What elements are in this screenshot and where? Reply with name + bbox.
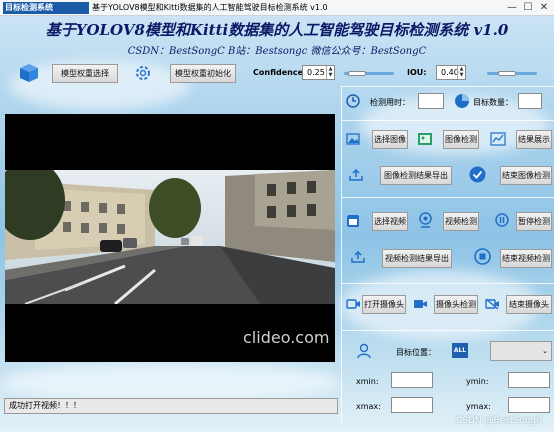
export-image-result-button[interactable]: 图像检测结果导出 <box>380 166 452 185</box>
check-circle-icon <box>469 166 486 183</box>
window-titlebar: 目标检测系统 基于YOLOV8模型和Kitti数据集的人工智能驾驶目标检测系统 … <box>0 0 554 16</box>
webcam-icon <box>418 212 433 228</box>
xmax-label: xmax: <box>356 402 381 411</box>
ymax-label: ymax: <box>466 402 491 411</box>
clock-icon <box>346 94 360 108</box>
end-camera-button[interactable]: 结束摄像头 <box>506 295 552 314</box>
xmin-field <box>391 372 433 388</box>
confidence-spinbox[interactable]: 0.25 ▲ ▼ <box>302 65 335 80</box>
camera-icon <box>346 298 361 310</box>
target-position-label: 目标位置： <box>396 348 436 357</box>
minimize-button[interactable]: — <box>506 2 518 14</box>
image-detect-icon <box>417 131 433 147</box>
cube-icon <box>18 63 40 83</box>
divider <box>342 283 554 284</box>
model-weight-select-button[interactable]: 模型权重选择 <box>52 64 118 83</box>
status-bar: 成功打开视频！！！ <box>4 398 338 414</box>
maximize-button[interactable]: ☐ <box>522 2 534 14</box>
ymin-label: ymin: <box>466 377 489 386</box>
pie-chart-icon <box>454 93 470 109</box>
detect-time-value <box>418 93 444 109</box>
chevron-down-icon: ⌄ <box>542 347 548 355</box>
video-icon <box>346 214 360 228</box>
window-title: 基于YOLOV8模型和Kitti数据集的人工智能驾驶目标检测系统 v1.0 <box>92 3 328 12</box>
camera-detect-button[interactable]: 摄像头检测 <box>434 295 478 314</box>
confidence-slider-handle[interactable] <box>347 71 366 76</box>
upload-icon <box>350 250 366 264</box>
all-badge: ALL <box>452 343 468 358</box>
select-video-button[interactable]: 选择视频 <box>372 212 408 231</box>
detect-time-label: 检测用时： <box>370 98 410 107</box>
spin-arrows-icon[interactable]: ▲ ▼ <box>457 66 465 79</box>
xmin-label: xmin: <box>356 377 379 386</box>
divider <box>341 86 342 422</box>
divider <box>342 86 554 87</box>
iou-label: IOU: <box>407 68 427 77</box>
pause-icon <box>495 213 509 227</box>
page-title: 基于YOLOV8模型和Kitti数据集的人工智能驾驶目标检测系统 v1.0 <box>45 21 509 39</box>
select-image-button[interactable]: 选择图像 <box>372 130 408 149</box>
iou-spinbox[interactable]: 0.40 ▲ ▼ <box>436 65 466 80</box>
iou-slider-handle[interactable] <box>498 71 516 76</box>
end-image-detect-button[interactable]: 结束图像检测 <box>500 166 552 185</box>
export-video-result-button[interactable]: 视频检测结果导出 <box>382 249 452 268</box>
close-button[interactable]: ✕ <box>538 2 550 14</box>
footer-watermark: CSDN @BestSongC <box>456 416 543 426</box>
stop-circle-icon <box>474 248 491 265</box>
target-count-label: 目标数量： <box>473 98 513 107</box>
image-icon <box>346 132 360 146</box>
settings-gear-icon <box>134 64 152 82</box>
model-weight-init-button[interactable]: 模型权重初始化 <box>170 64 236 83</box>
video-frame <box>5 170 335 304</box>
confidence-value: 0.25 <box>307 68 325 77</box>
open-camera-button[interactable]: 打开摄像头 <box>362 295 406 314</box>
video-watermark: clideo.com <box>243 328 330 347</box>
camera-off-icon <box>485 298 500 310</box>
upload-icon <box>348 168 364 182</box>
divider <box>342 197 554 198</box>
detect-image-button[interactable]: 图像检测 <box>443 130 479 149</box>
xmax-field <box>391 397 433 413</box>
spin-arrows-icon[interactable]: ▲ ▼ <box>326 66 334 79</box>
user-icon <box>357 343 371 359</box>
show-result-button[interactable]: 结果展示 <box>516 130 552 149</box>
pause-detect-button[interactable]: 暂停检测 <box>516 212 552 231</box>
chart-icon <box>490 132 506 146</box>
ymin-field <box>508 372 550 388</box>
divider <box>342 330 554 331</box>
page-subtitle: CSDN：BestSongC B站：Bestsongc 微信公众号：BestSo… <box>127 46 427 57</box>
app-badge: 目标检测系统 <box>3 2 89 14</box>
confidence-label: Confidence: <box>253 68 307 77</box>
video-display: clideo.com <box>5 114 335 362</box>
target-select-dropdown[interactable]: ⌄ <box>490 341 552 361</box>
ymax-field <box>508 397 550 413</box>
camera-detect-icon <box>413 298 428 310</box>
end-video-detect-button[interactable]: 结束视频检测 <box>500 249 552 268</box>
divider <box>342 120 554 121</box>
detect-video-button[interactable]: 视频检测 <box>443 212 479 231</box>
target-count-value <box>518 93 542 109</box>
